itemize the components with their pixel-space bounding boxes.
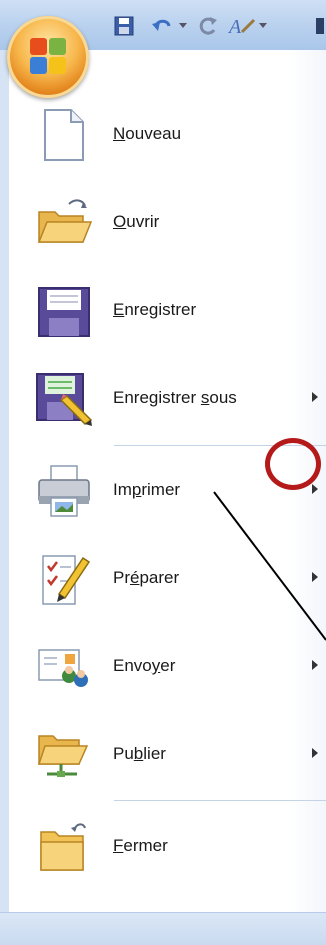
send-icon [35, 638, 93, 696]
menu-item-enregistrer-sous[interactable]: Enregistrer sous [29, 364, 326, 434]
menu-item-preparer[interactable]: Préparer [29, 544, 326, 614]
printer-icon [35, 462, 93, 520]
menu-footer [0, 912, 326, 945]
prepare-icon [35, 550, 93, 608]
menu-item-label: Enregistrer sous [113, 388, 237, 407]
save-disk-icon [35, 282, 93, 340]
submenu-arrow-icon[interactable] [312, 660, 318, 670]
publish-icon [35, 726, 93, 784]
office-button[interactable] [7, 16, 89, 98]
submenu-arrow-icon[interactable] [312, 572, 318, 582]
chevron-down-icon[interactable] [178, 14, 188, 38]
overflow-icon[interactable] [314, 14, 326, 38]
submenu-arrow-icon[interactable] [312, 748, 318, 758]
save-icon[interactable] [112, 14, 136, 38]
menu-item-label: Publier [113, 744, 166, 763]
menu-item-label: Nouveau [113, 124, 182, 143]
close-folder-icon [35, 818, 93, 876]
office-logo-icon [30, 38, 66, 74]
menu-item-enregistrer[interactable]: Enregistrer [29, 276, 326, 346]
undo-icon[interactable] [150, 14, 176, 38]
submenu-arrow-icon[interactable] [312, 484, 318, 494]
menu-item-ouvrir[interactable]: Ouvrir [29, 188, 326, 258]
open-folder-icon [35, 194, 93, 252]
menu-separator [114, 800, 326, 801]
svg-text:A: A [228, 16, 242, 38]
new-document-icon [35, 106, 93, 164]
menu-item-fermer[interactable]: Fermer [29, 812, 326, 882]
menu-item-label: Imprimer [113, 480, 181, 499]
chevron-down-icon[interactable] [258, 14, 268, 38]
menu-item-envoyer[interactable]: Envoyer [29, 632, 326, 702]
annotation-circle [265, 438, 321, 490]
menu-item-label: Ouvrir [113, 212, 160, 231]
menu-item-publier[interactable]: Publier [29, 720, 326, 790]
save-as-icon [35, 370, 93, 428]
menu-item-label: Préparer [113, 568, 180, 587]
menu-item-label: Enregistrer [113, 300, 197, 319]
redo-icon[interactable] [196, 14, 220, 38]
format-icon[interactable]: A [228, 14, 258, 38]
submenu-arrow-icon[interactable] [312, 392, 318, 402]
menu-item-nouveau[interactable]: Nouveau [29, 100, 326, 170]
menu-item-label: Envoyer [113, 656, 176, 675]
menu-item-label: Fermer [113, 836, 168, 855]
